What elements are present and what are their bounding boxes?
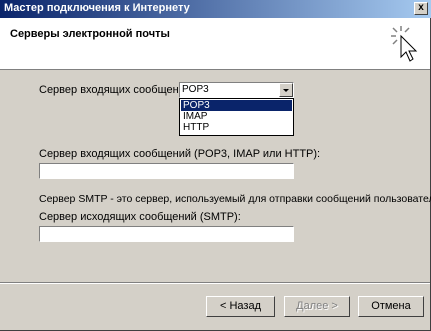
wizard-window: Мастер подключения к Интернету x Серверы…: [0, 0, 431, 331]
close-button[interactable]: x: [414, 2, 428, 15]
dropdown-arrow-icon[interactable]: [279, 83, 293, 97]
incoming-type-select[interactable]: POP3: [179, 82, 294, 98]
option-http[interactable]: HTTP: [181, 122, 292, 133]
outgoing-server-label: Сервер исходящих сообщений (SMTP):: [39, 211, 241, 223]
incoming-server-label: Сервер входящих сообщений (POP3, IMAP ил…: [39, 148, 321, 160]
wizard-icon: [391, 26, 418, 62]
back-button[interactable]: < Назад: [206, 296, 275, 317]
page-title: Серверы электронной почты: [10, 28, 170, 40]
incoming-type-value: POP3: [182, 84, 209, 95]
outgoing-server-input[interactable]: [39, 226, 294, 242]
separator: [0, 282, 430, 284]
incoming-type-dropdown: POP3 IMAP HTTP: [179, 98, 294, 136]
option-pop3[interactable]: POP3: [181, 100, 292, 111]
cancel-button[interactable]: Отмена: [358, 296, 424, 317]
smtp-description: Сервер SMTP - это сервер, используемый д…: [39, 193, 431, 205]
incoming-type-label: Сервер входящих сообщений:: [39, 84, 195, 96]
wizard-header: Серверы электронной почты: [0, 18, 430, 70]
incoming-server-input[interactable]: [39, 163, 294, 179]
option-imap[interactable]: IMAP: [181, 111, 292, 122]
title-bar[interactable]: Мастер подключения к Интернету x: [0, 0, 431, 18]
window-title: Мастер подключения к Интернету: [4, 2, 190, 14]
next-button[interactable]: Далее >: [284, 296, 350, 317]
